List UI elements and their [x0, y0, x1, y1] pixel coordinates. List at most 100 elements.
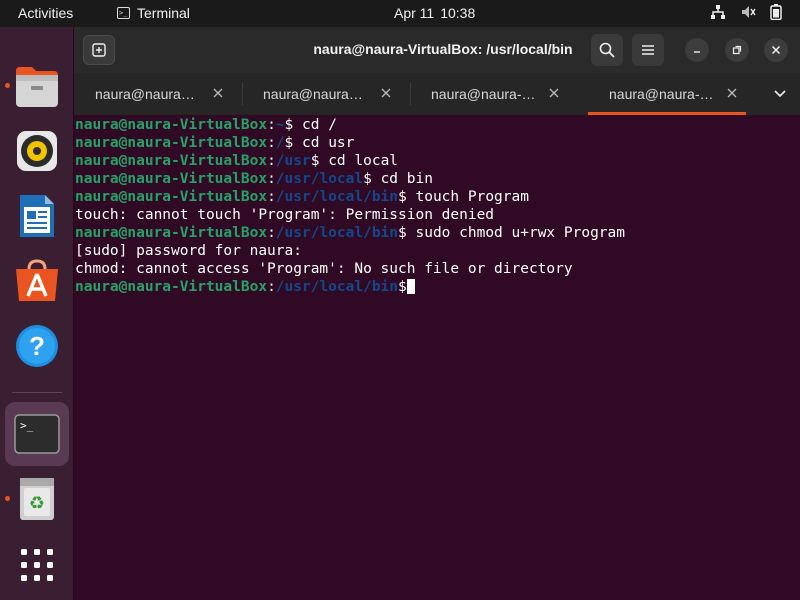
prompt-dollar: $ — [398, 225, 416, 241]
prompt-dollar: $ — [284, 135, 302, 151]
prompt-user-host: naura@naura-VirtualBox — [75, 225, 268, 241]
activities-button[interactable]: Activities — [18, 5, 73, 21]
terminal-output[interactable]: naura@naura-VirtualBox:~$ cd / naura@nau… — [74, 115, 800, 600]
hamburger-menu-button[interactable] — [632, 34, 664, 66]
terminal-line: naura@naura-VirtualBox:/usr/local/bin$ t… — [75, 188, 800, 206]
show-apps-button[interactable] — [5, 533, 69, 597]
system-tray[interactable] — [710, 4, 782, 20]
terminal-line: naura@naura-VirtualBox:/usr/local/bin$ s… — [75, 224, 800, 242]
dock-item-software[interactable] — [5, 249, 69, 313]
prompt-path: /usr/local/bin — [275, 279, 399, 295]
command-text: cd bin — [380, 171, 433, 187]
trash-icon: ♻ — [20, 478, 54, 520]
prompt-path: ~ — [275, 117, 285, 133]
terminal-output-line: chmod: cannot access 'Program': No such … — [75, 261, 573, 277]
restore-icon — [732, 45, 742, 55]
command-text: cd local — [328, 153, 399, 169]
files-icon — [16, 67, 58, 107]
dock-item-trash[interactable]: ♻ — [5, 467, 69, 531]
libreoffice-writer-icon — [20, 195, 54, 237]
prompt-colon: : — [267, 153, 276, 169]
tab-label: naura@naura-… — [431, 86, 536, 102]
tab-label: naura@naura-… — [609, 86, 714, 102]
terminal-line: naura@naura-VirtualBox:/usr/local$ cd bi… — [75, 170, 800, 188]
tab-label: naura@naura… — [263, 86, 363, 102]
maximize-button[interactable] — [725, 38, 749, 62]
terminal-line: naura@naura-VirtualBox:/$ cd usr — [75, 134, 800, 152]
minimize-button[interactable] — [685, 38, 709, 62]
command-text: cd / — [302, 117, 337, 133]
dock: ? >_ ♻ — [0, 27, 73, 600]
search-icon — [599, 42, 615, 58]
clock[interactable]: Apr 11 10:38 — [394, 5, 481, 21]
prompt-dollar: $ — [310, 153, 329, 169]
prompt-colon: : — [267, 117, 276, 133]
terminal-output-line: [sudo] password for naura: — [75, 243, 302, 259]
svg-text:♻: ♻ — [29, 493, 45, 514]
tab-3[interactable]: naura@naura-… — [410, 73, 568, 115]
svg-text:>_: >_ — [20, 419, 34, 432]
volume-muted-icon[interactable] — [740, 4, 756, 20]
dock-item-terminal[interactable]: >_ — [5, 402, 69, 466]
tab-bar: naura@naura… naura@naura… naura@naura-… … — [74, 73, 800, 115]
prompt-colon: : — [267, 189, 276, 205]
search-button[interactable] — [591, 34, 623, 66]
app-menu[interactable]: >_ Terminal — [117, 5, 190, 21]
prompt-path: /usr — [275, 153, 311, 169]
scrollbar[interactable] — [795, 119, 798, 594]
prompt-colon: : — [267, 279, 276, 295]
terminal-output-line: touch: cannot touch 'Program': Permissio… — [75, 207, 495, 223]
close-window-button[interactable] — [764, 38, 788, 62]
network-icon[interactable] — [710, 4, 726, 20]
dock-item-writer[interactable] — [5, 184, 69, 248]
prompt-dollar: $ — [363, 171, 381, 187]
prompt-dollar: $ — [284, 117, 302, 133]
tab-close-icon[interactable] — [380, 87, 392, 99]
command-text: sudo chmod u+rwx Program — [415, 225, 625, 241]
prompt-path: /usr/local — [275, 171, 364, 187]
tab-label: naura@naura… — [95, 86, 195, 102]
terminal-line: naura@naura-VirtualBox:/usr$ cd local — [75, 152, 800, 170]
header-bar: naura@naura-VirtualBox: /usr/local/bin — [74, 27, 800, 73]
tab-close-icon[interactable] — [212, 87, 224, 99]
clock-time: 10:38 — [440, 5, 476, 21]
battery-icon[interactable] — [770, 4, 782, 20]
tab-1[interactable]: naura@naura… — [74, 73, 232, 115]
dock-separator — [12, 392, 62, 393]
hamburger-icon — [642, 45, 654, 55]
app-grid-icon — [21, 549, 53, 581]
dock-item-rhythmbox[interactable] — [5, 119, 69, 183]
clock-date: Apr 11 — [394, 5, 435, 21]
tab-2[interactable]: naura@naura… — [242, 73, 400, 115]
tab-4-active[interactable]: naura@naura-… — [588, 73, 746, 115]
chevron-down-icon[interactable] — [773, 86, 787, 100]
tab-close-icon[interactable] — [548, 87, 560, 99]
prompt-user-host: naura@naura-VirtualBox — [75, 171, 268, 187]
prompt-dollar: $ — [398, 189, 416, 205]
terminal-window: naura@naura-VirtualBox: /usr/local/bin n… — [74, 27, 800, 600]
prompt-path: /usr/local/bin — [275, 189, 399, 205]
command-text: cd usr — [302, 135, 355, 151]
prompt-colon: : — [267, 135, 276, 151]
prompt-colon: : — [267, 171, 276, 187]
terminal-icon: >_ — [14, 414, 60, 454]
command-text: touch Program — [415, 189, 529, 205]
text-cursor — [406, 279, 415, 294]
app-menu-label: Terminal — [137, 5, 190, 21]
terminal-line: naura@naura-VirtualBox:~$ cd / — [75, 116, 800, 134]
terminal-app-icon: >_ — [117, 7, 130, 19]
help-icon: ? — [16, 325, 58, 367]
prompt-user-host: naura@naura-VirtualBox — [75, 189, 268, 205]
dock-item-help[interactable]: ? — [5, 314, 69, 378]
terminal-line: naura@naura-VirtualBox:/usr/local/bin$ — [75, 278, 800, 296]
prompt-colon: : — [267, 225, 276, 241]
ubuntu-software-icon — [16, 259, 58, 301]
prompt-dollar: $ — [398, 279, 407, 295]
top-bar: Activities >_ Terminal Apr 11 10:38 — [0, 0, 800, 27]
prompt-user-host: naura@naura-VirtualBox — [75, 279, 268, 295]
tab-close-icon[interactable] — [726, 87, 738, 99]
prompt-path: / — [275, 135, 285, 151]
prompt-user-host: naura@naura-VirtualBox — [75, 117, 268, 133]
close-icon — [771, 45, 781, 55]
dock-item-files[interactable] — [5, 55, 69, 119]
